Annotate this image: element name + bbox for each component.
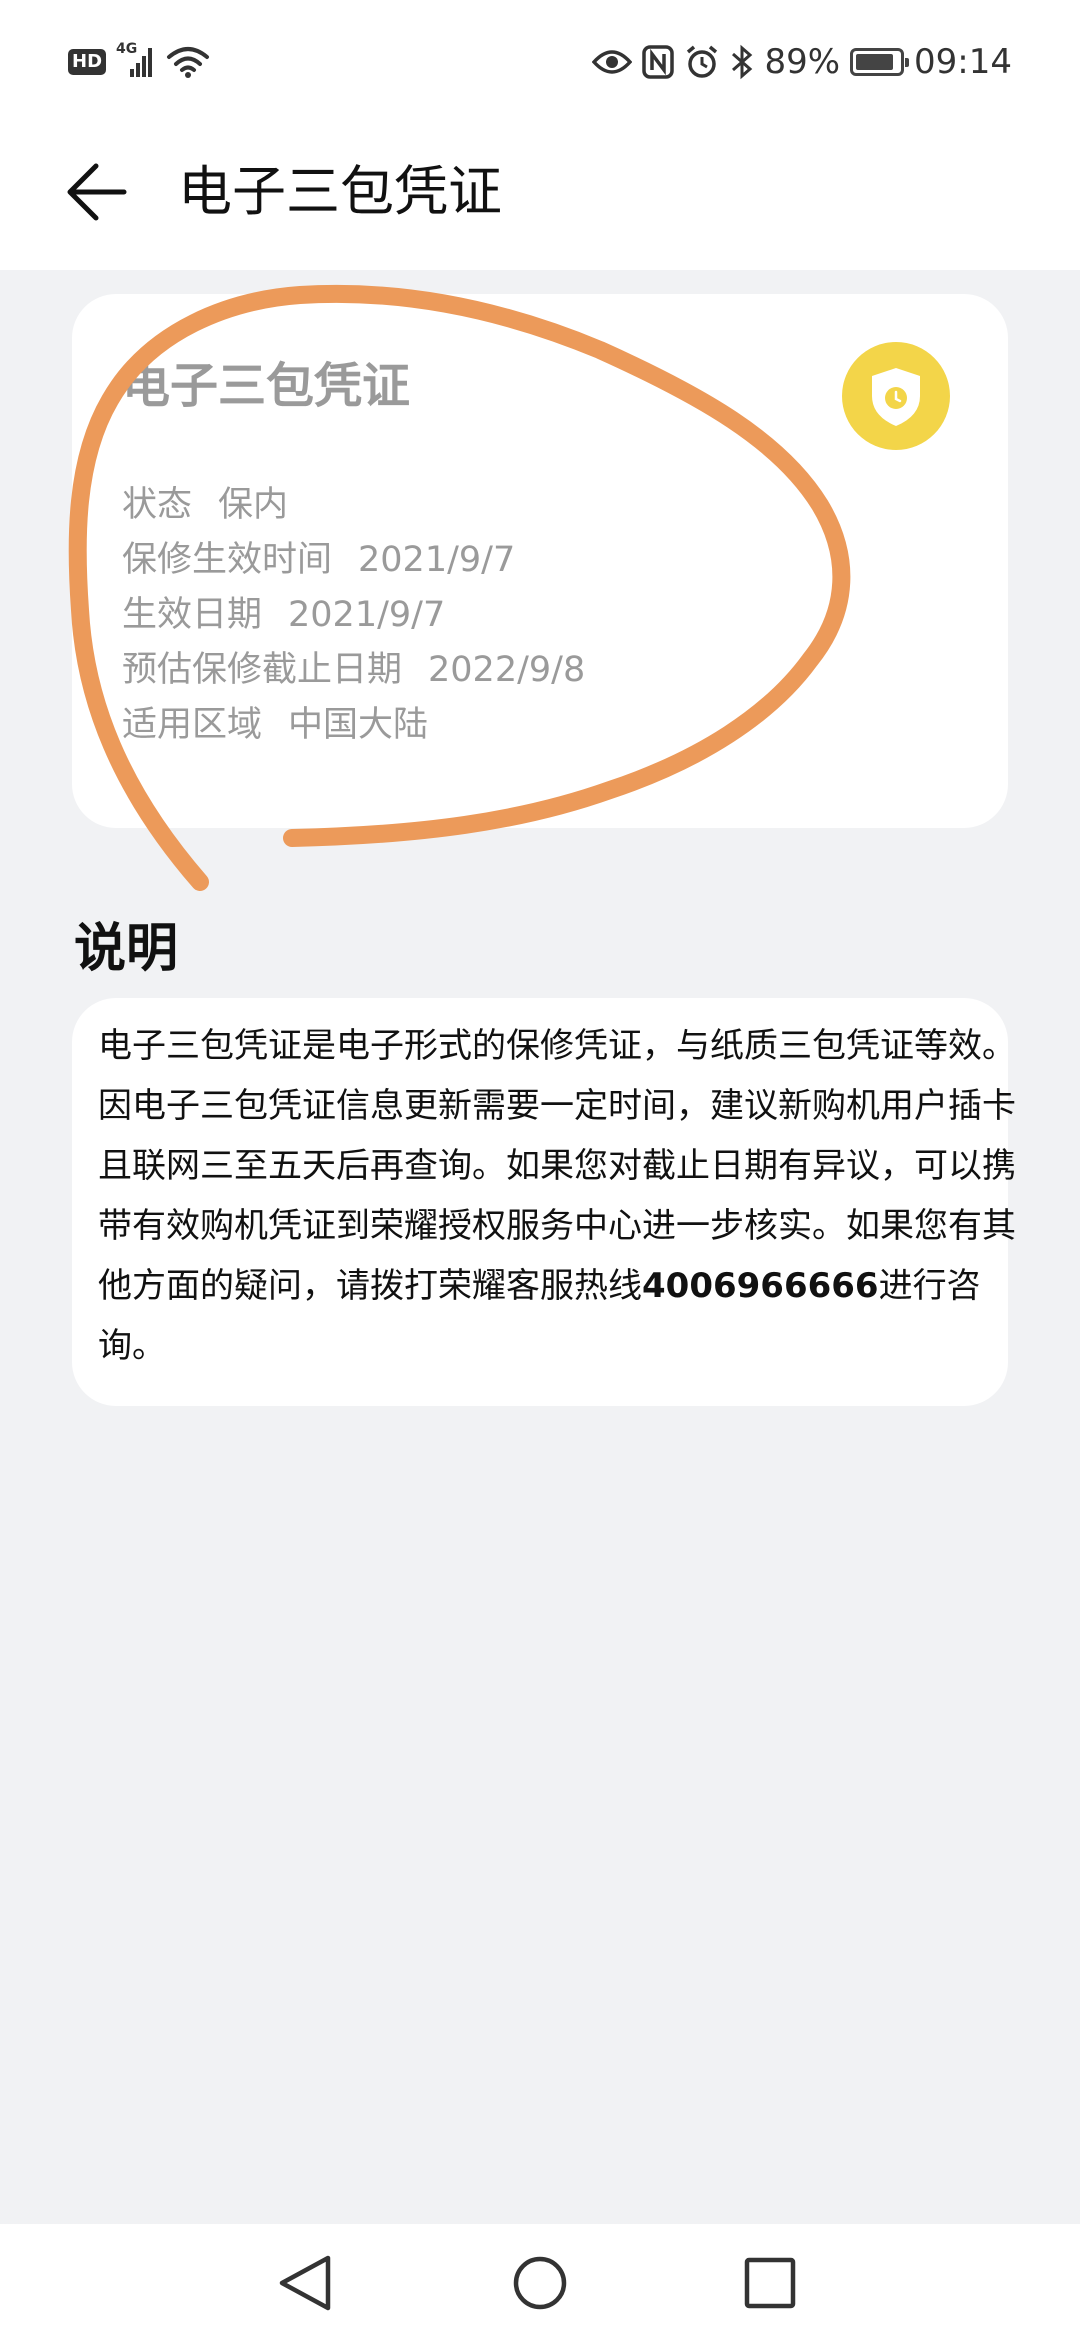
- description-card: 电子三包凭证是电子形式的保修凭证，与纸质三包凭证等效。因电子三包凭证信息更新需要…: [72, 998, 1016, 1406]
- info-row-status: 状态 保内: [122, 478, 585, 533]
- battery-fill: [856, 54, 894, 70]
- hotline-number: 4006966666: [642, 1266, 879, 1306]
- info-value: 中国大陆: [288, 705, 429, 745]
- section-title-description: 说明: [74, 919, 179, 979]
- info-label: 适用区域: [122, 705, 263, 745]
- clock: 09:14: [914, 42, 1012, 82]
- info-value: 2022/9/8: [428, 650, 586, 690]
- bluetooth-icon: [732, 44, 753, 80]
- status-right: 89% 09:14: [592, 38, 1012, 86]
- status-left: HD 4G: [68, 38, 210, 86]
- back-triangle-icon[interactable]: [270, 2248, 340, 2318]
- battery-icon: [850, 48, 910, 76]
- info-row-warranty-start: 保修生效时间 2021/9/7: [122, 533, 585, 588]
- info-value: 2021/9/7: [288, 595, 446, 635]
- page-title: 电子三包凭证: [178, 160, 502, 223]
- wifi-icon: [167, 47, 210, 78]
- info-value: 2021/9/7: [358, 540, 516, 580]
- back-arrow-icon[interactable]: [62, 156, 142, 228]
- description-text: 电子三包凭证是电子形式的保修凭证，与纸质三包凭证等效。因电子三包凭证信息更新需要…: [98, 1016, 1016, 1376]
- home-circle-icon[interactable]: [505, 2248, 575, 2318]
- app-bar: 电子三包凭证: [0, 130, 1080, 250]
- alarm-icon: [687, 45, 718, 78]
- signal-icon: 4G: [116, 41, 156, 79]
- info-row-effective-date: 生效日期 2021/9/7: [122, 588, 585, 643]
- description-body: 电子三包凭证是电子形式的保修凭证，与纸质三包凭证等效。因电子三包凭证信息更新需要…: [98, 1026, 1016, 1306]
- recents-square-icon[interactable]: [735, 2248, 805, 2318]
- eye-icon: [592, 50, 633, 74]
- warranty-info-list: 状态 保内 保修生效时间 2021/9/7 生效日期 2021/9/7 预估保修截止日…: [122, 478, 585, 753]
- status-bar: HD 4G 89% 09:14: [0, 0, 1080, 120]
- shield-clock-icon: [842, 342, 950, 450]
- info-label: 状态: [122, 485, 193, 525]
- info-label: 生效日期: [122, 595, 263, 635]
- info-value: 保内: [218, 485, 289, 525]
- battery-percent: 89%: [764, 42, 841, 82]
- info-label: 预估保修截止日期: [122, 650, 403, 690]
- info-row-region: 适用区域 中国大陆: [122, 698, 585, 753]
- warranty-card: 电子三包凭证 状态 保内 保修生效时间 2021/9/7 生效日期 2021/9/7 …: [72, 294, 1008, 828]
- card-title: 电子三包凭证: [122, 358, 411, 414]
- navigation-bar: [0, 2224, 1080, 2340]
- info-row-warranty-end: 预估保修截止日期 2022/9/8: [122, 643, 585, 698]
- nfc-icon: [642, 45, 675, 79]
- info-label: 保修生效时间: [122, 540, 333, 580]
- hd-badge: HD: [68, 49, 107, 75]
